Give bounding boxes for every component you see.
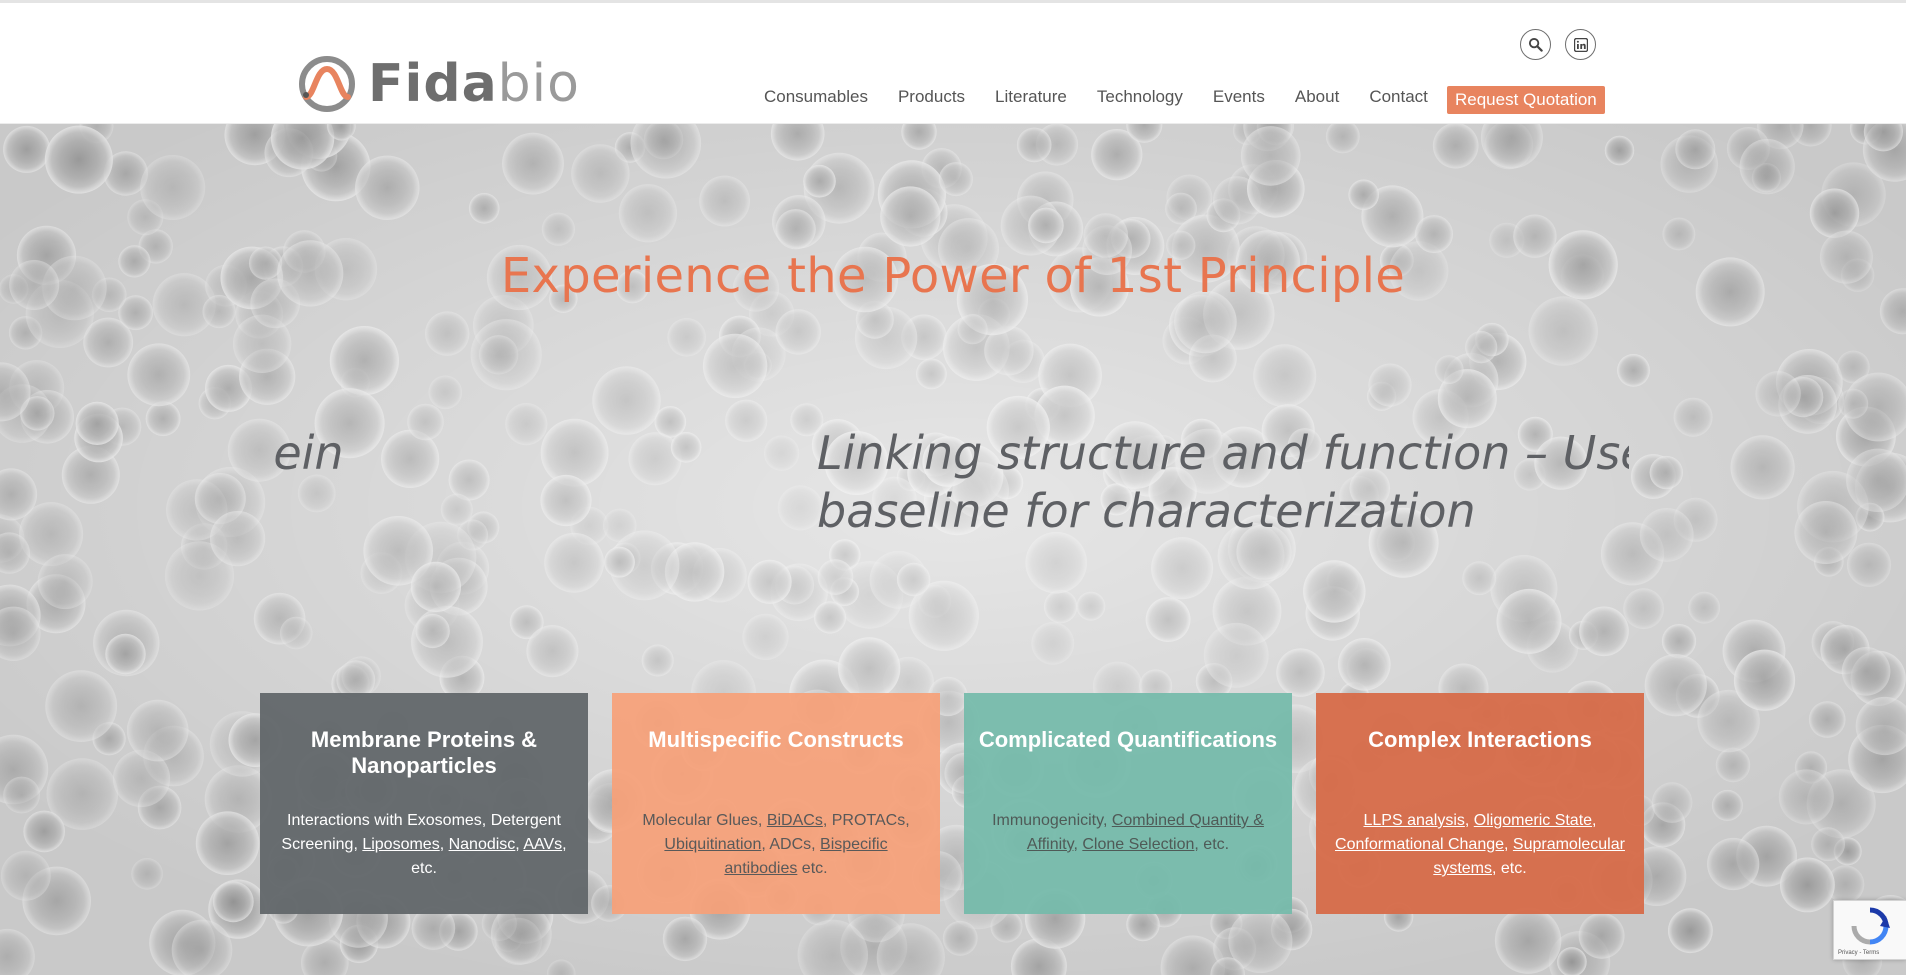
nav-events[interactable]: Events [1213, 87, 1265, 107]
slide-current-line-1: Linking structure and function – Use I [817, 426, 1629, 480]
card-body: LLPS analysis, Oligomeric State, Conform… [1330, 809, 1630, 881]
slide-current: Linking structure and function – Use I b… [817, 424, 1629, 540]
card-multispecific-constructs[interactable]: Multispecific Constructs Molecular Glues… [612, 693, 940, 914]
card-link[interactable]: Conformational Change [1335, 836, 1504, 853]
nav-contact[interactable]: Contact [1369, 87, 1428, 107]
card-title: Multispecific Constructs [648, 727, 904, 752]
linkedin-icon [1573, 37, 1588, 52]
main-nav: Consumables Products Literature Technolo… [764, 87, 1458, 107]
card-body: Interactions with Exosomes, Detergent Sc… [274, 809, 574, 881]
card-body: Immunogenicity, Combined Quantity & Affi… [978, 809, 1278, 857]
recaptcha-icon [1851, 907, 1890, 945]
fidabio-logo[interactable]: Fidabio [298, 53, 580, 115]
recaptcha-label[interactable]: Privacy - Terms [1838, 950, 1879, 956]
header-icons [1520, 29, 1596, 60]
card-link[interactable]: Liposomes [362, 836, 439, 853]
card-text: etc. [797, 860, 828, 877]
card-title: Complicated Quantifications [978, 727, 1278, 752]
card-text: , [439, 836, 449, 853]
slide-previous-line-1: erization of protein [275, 426, 344, 480]
fidabio-logo-icon [299, 56, 355, 112]
card-text: , PROTACs, [822, 812, 910, 829]
hero-section: Experience the Power of 1st Principle er… [0, 124, 1906, 975]
nav-about[interactable]: About [1295, 87, 1339, 107]
slide-previous: erization of protein [275, 424, 344, 482]
hero-text-slider[interactable]: erization of protein Linking structure a… [275, 424, 1629, 564]
hero-headline: Experience the Power of 1st Principle [500, 248, 1406, 304]
linkedin-button[interactable] [1565, 29, 1596, 60]
logo-wordmark: Fidabio [368, 58, 580, 110]
nav-consumables[interactable]: Consumables [764, 87, 868, 107]
nav-literature[interactable]: Literature [995, 87, 1067, 107]
card-text: , etc. [1491, 860, 1527, 877]
card-link[interactable]: Nanodisc [449, 836, 516, 853]
search-icon [1528, 37, 1543, 52]
slide-current-line-2: baseline for characterization [817, 484, 1476, 538]
card-text: Molecular Glues, [642, 812, 767, 829]
card-link[interactable]: LLPS analysis [1364, 812, 1465, 829]
card-link[interactable]: AAVs [523, 836, 562, 853]
card-text: , [1504, 836, 1513, 853]
card-complex-interactions[interactable]: Complex Interactions LLPS analysis, Olig… [1316, 693, 1644, 914]
card-title: Complex Interactions [1368, 727, 1592, 752]
card-text: , ADCs, [761, 836, 821, 853]
request-quotation-button[interactable]: Request Quotation [1447, 86, 1605, 114]
card-text: , [1592, 812, 1597, 829]
card-link[interactable]: Ubiquitination [664, 836, 761, 853]
card-text: , [1073, 836, 1083, 853]
card-link[interactable]: Oligomeric State [1474, 812, 1592, 829]
card-link[interactable]: BiDACs [767, 812, 823, 829]
card-complicated-quantifications[interactable]: Complicated Quantifications Immunogenici… [964, 693, 1292, 914]
card-membrane-proteins[interactable]: Membrane Proteins & Nanoparticles Intera… [260, 693, 588, 914]
site-header: Fidabio Consumables Products Literature … [0, 0, 1906, 124]
logo-text-bio: bio [497, 54, 580, 114]
nav-products[interactable]: Products [898, 87, 965, 107]
nav-technology[interactable]: Technology [1097, 87, 1183, 107]
card-text: , [1464, 812, 1474, 829]
card-title: Membrane Proteins & Nanoparticles [310, 727, 538, 778]
card-text: , etc. [1194, 836, 1230, 853]
card-text: Immunogenicity, [992, 812, 1112, 829]
card-link[interactable]: Clone Selection [1082, 836, 1194, 853]
card-body: Molecular Glues, BiDACs, PROTACs, Ubiqui… [626, 809, 926, 881]
recaptcha-badge[interactable]: Privacy - Terms [1833, 900, 1906, 960]
search-button[interactable] [1520, 29, 1551, 60]
logo-text-fida: Fida [368, 54, 498, 114]
